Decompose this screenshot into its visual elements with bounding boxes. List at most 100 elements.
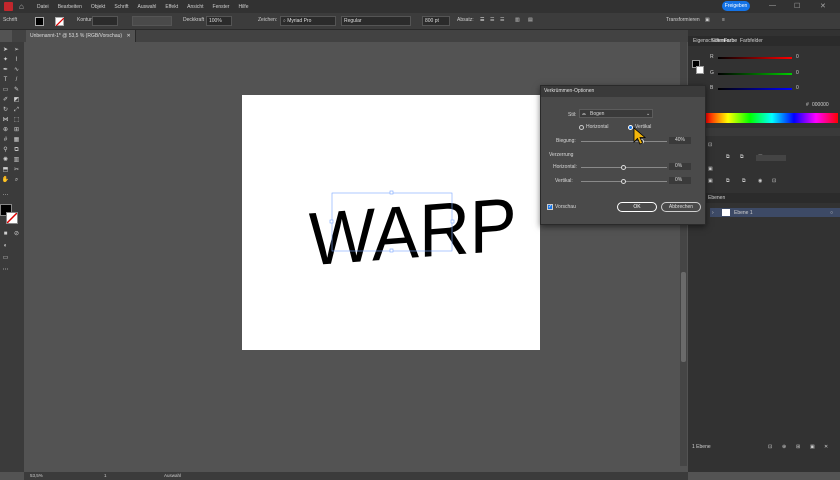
preview-checkbox[interactable]: ✓ xyxy=(547,204,553,210)
style-dropdown[interactable]: ⌓ Bogen ⌄ xyxy=(579,109,653,118)
stroke-color-icon[interactable] xyxy=(6,212,18,224)
layers-footer-icon-2[interactable]: ⊕ xyxy=(782,444,786,450)
pen-tool-icon[interactable]: ✒ xyxy=(1,66,10,74)
layers-footer-icon-1[interactable]: ⊡ xyxy=(768,444,772,450)
lasso-tool-icon[interactable]: ⌇ xyxy=(12,56,21,64)
layer-expand-icon[interactable]: › xyxy=(712,210,714,216)
panel-icon-10[interactable]: ⊡ xyxy=(772,178,776,184)
more-tools-icon[interactable]: ⋯ xyxy=(1,266,10,274)
layers-footer-icon-4[interactable]: ▣ xyxy=(810,444,815,450)
status-tool[interactable]: Auswahl xyxy=(164,473,181,478)
isolate-icon[interactable]: ▣ xyxy=(705,17,710,23)
menu-effekt[interactable]: Effekt xyxy=(165,4,178,10)
eraser-tool-icon[interactable]: ◩ xyxy=(12,96,21,104)
menu-datei[interactable]: Datei xyxy=(37,4,49,10)
menu-auswahl[interactable]: Auswahl xyxy=(138,4,157,10)
artboard[interactable]: WARP xyxy=(242,95,540,350)
panel-icon-3[interactable]: ⧉ xyxy=(740,154,744,160)
zoom-tool-icon[interactable]: ⌕ xyxy=(12,176,21,184)
artboard-nav-field[interactable]: 1 xyxy=(104,473,107,478)
blue-value[interactable]: 0 xyxy=(796,85,799,91)
color-spectrum[interactable] xyxy=(706,113,838,123)
layer-target-icon[interactable]: ○ xyxy=(830,210,833,216)
red-value[interactable]: 0 xyxy=(796,54,799,60)
cancel-button[interactable]: Abbrechen xyxy=(661,202,701,212)
blend-tool-icon[interactable]: ⧉ xyxy=(12,146,21,154)
align-right-icon[interactable]: ☰ xyxy=(500,17,504,23)
ok-button[interactable]: OK xyxy=(617,202,657,212)
slice-tool-icon[interactable]: ✂ xyxy=(12,166,21,174)
none-mode-icon[interactable]: ⊘ xyxy=(12,230,21,238)
direct-selection-tool-icon[interactable]: ➢ xyxy=(12,46,21,54)
panel-icon-1[interactable]: ⊡ xyxy=(708,142,712,148)
align-center-icon[interactable]: ☰ xyxy=(490,17,494,23)
red-slider[interactable] xyxy=(718,57,792,59)
magic-wand-tool-icon[interactable]: ✦ xyxy=(1,56,10,64)
line-tool-icon[interactable]: / xyxy=(12,76,21,84)
scale-tool-icon[interactable]: ⤢ xyxy=(12,106,21,114)
menu-ansicht[interactable]: Ansicht xyxy=(187,4,203,10)
warped-text-artwork[interactable]: WARP xyxy=(242,95,540,350)
layers-footer-icon-3[interactable]: ⊞ xyxy=(796,444,800,450)
hand-tool-icon[interactable]: ✋ xyxy=(1,176,10,184)
free-transform-tool-icon[interactable]: ⬚ xyxy=(12,116,21,124)
vertical-distortion-value[interactable]: 0% xyxy=(669,177,691,184)
bend-slider[interactable] xyxy=(581,141,667,142)
paintbrush-tool-icon[interactable]: ✎ xyxy=(12,86,21,94)
graph-tool-icon[interactable]: ▥ xyxy=(12,156,21,164)
shape-builder-tool-icon[interactable]: ⊕ xyxy=(1,126,10,134)
green-value[interactable]: 0 xyxy=(796,70,799,76)
font-size-field[interactable]: 800 pt xyxy=(422,16,450,26)
maximize-icon[interactable]: ☐ xyxy=(794,2,800,10)
screen-mode-icon[interactable]: ▭ xyxy=(1,254,10,262)
gradient-tool-icon[interactable]: ▦ xyxy=(12,136,21,144)
layer-name[interactable]: Ebene 1 xyxy=(734,210,753,216)
color-stroke-swatch[interactable] xyxy=(696,66,704,74)
font-style-field[interactable]: Regular xyxy=(341,16,411,26)
panel-icon-9[interactable]: ◉ xyxy=(758,178,762,184)
edit-toolbar-icon[interactable]: … xyxy=(1,190,10,198)
symbol-sprayer-tool-icon[interactable]: ✺ xyxy=(1,156,10,164)
preview-label[interactable]: Vorschau xyxy=(555,204,576,210)
curvature-tool-icon[interactable]: ∿ xyxy=(12,66,21,74)
stroke-swatch[interactable] xyxy=(55,17,64,26)
horizontal-distortion-value[interactable]: 0% xyxy=(669,163,691,170)
bounding-handle-left[interactable] xyxy=(329,219,334,224)
align-left-icon[interactable]: ☰ xyxy=(480,17,484,23)
artboard-tool-icon[interactable]: ⬒ xyxy=(1,166,10,174)
bounding-handle-bottom[interactable] xyxy=(389,248,394,253)
menu-bearbeiten[interactable]: Bearbeiten xyxy=(58,4,82,10)
fill-swatch[interactable] xyxy=(35,17,44,26)
width-tool-icon[interactable]: ⋈ xyxy=(1,116,10,124)
bend-value[interactable]: 40% xyxy=(669,137,691,144)
blue-slider[interactable] xyxy=(718,88,792,90)
warped-text[interactable]: WARP xyxy=(309,183,517,282)
opacity-field[interactable]: 100% xyxy=(206,16,232,26)
color-mode-icon[interactable]: ■ xyxy=(1,230,10,238)
selection-tool-icon[interactable]: ➤ xyxy=(1,46,10,54)
panel-field[interactable] xyxy=(756,155,786,161)
type-tool-icon[interactable]: T xyxy=(1,76,10,84)
stroke-weight-field[interactable] xyxy=(92,16,118,26)
horizontal-radio[interactable] xyxy=(579,125,584,130)
align-objects-icon[interactable]: ▥ xyxy=(515,17,520,23)
share-button[interactable]: Freigeben xyxy=(722,1,750,11)
perspective-tool-icon[interactable]: ⊞ xyxy=(12,126,21,134)
transform-button[interactable]: Transformieren xyxy=(666,17,700,23)
shaper-tool-icon[interactable]: ✐ xyxy=(1,96,10,104)
minimize-icon[interactable]: — xyxy=(769,2,776,9)
menu-objekt[interactable]: Objekt xyxy=(91,4,105,10)
bounding-handle-right[interactable] xyxy=(450,219,455,224)
mesh-tool-icon[interactable]: # xyxy=(1,136,10,144)
panel-icon-2[interactable]: ⧉ xyxy=(726,154,730,160)
horizontal-label[interactable]: Horizontal xyxy=(586,124,609,130)
tab-close-icon[interactable]: ✕ xyxy=(126,33,130,39)
panel-icon-8[interactable]: ⧉ xyxy=(742,178,746,184)
rotate-tool-icon[interactable]: ↻ xyxy=(1,106,10,114)
close-icon[interactable]: ✕ xyxy=(820,2,826,10)
panel-icon-5[interactable]: ▣ xyxy=(708,166,713,172)
variable-width-profile[interactable] xyxy=(132,16,172,26)
menu-hilfe[interactable]: Hilfe xyxy=(238,4,248,10)
distribute-icon[interactable]: ▤ xyxy=(528,17,533,23)
hex-value[interactable]: 000000 xyxy=(812,102,829,108)
